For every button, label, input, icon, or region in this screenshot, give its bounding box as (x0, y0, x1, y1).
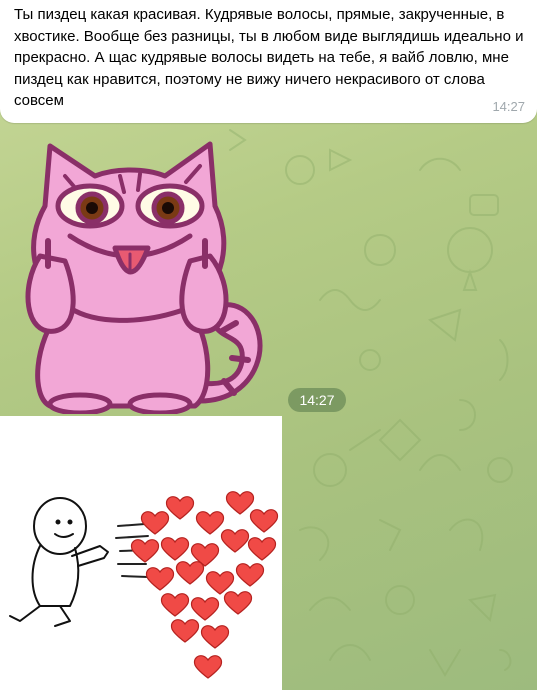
message-time: 14:27 (492, 99, 525, 114)
incoming-message-bubble[interactable]: Ты пиздец какая красивая. Кудрявые волос… (0, 0, 537, 123)
sticker-timestamp: 14:27 (288, 388, 346, 412)
pink-cat-sticker-icon[interactable] (10, 136, 274, 414)
hearts-meme-image[interactable] (0, 416, 282, 690)
message-text: Ты пиздец какая красивая. Кудрявые волос… (14, 6, 524, 109)
